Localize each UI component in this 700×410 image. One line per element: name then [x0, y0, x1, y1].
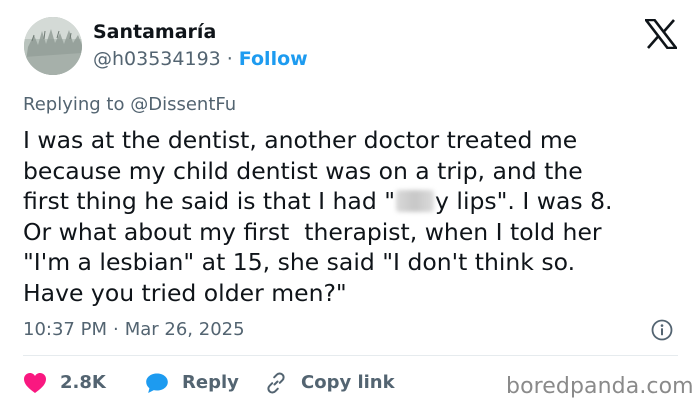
timestamp-separator: · — [112, 319, 119, 340]
like-count: 2.8K — [60, 372, 106, 393]
like-button[interactable]: 2.8K — [23, 368, 106, 398]
tweet-line: Or what about my first therapist, when I… — [23, 217, 602, 246]
avatar[interactable] — [24, 17, 82, 75]
tweet-line-part: first thing he said is that I had " — [23, 187, 396, 215]
author-name[interactable]: Santamaría — [93, 20, 216, 44]
tweet-date: Mar 26, 2025 — [124, 319, 245, 340]
reply-label: Reply — [182, 372, 239, 393]
tweet-card: Santamaría @h03534193 · Follow Replying to… — [0, 0, 700, 410]
x-logo-icon[interactable] — [645, 19, 677, 49]
tweet-line: "I'm a lesbian" at 15, she said "I don't… — [23, 248, 576, 276]
divider — [23, 355, 678, 356]
author-handle-row: @h03534193 · Follow — [93, 47, 308, 71]
speech-bubble-icon — [146, 373, 168, 393]
info-icon[interactable] — [651, 319, 673, 341]
reply-button[interactable]: Reply — [145, 368, 239, 398]
replying-to: Replying to @DissentFu — [23, 93, 236, 117]
tweet-line: I was at the dentist, another doctor tre… — [23, 126, 578, 154]
handle-separator: · — [226, 48, 233, 70]
replying-prefix: Replying to — [23, 94, 125, 115]
tweet-line: first thing he said is that I had " y lip… — [23, 186, 688, 217]
tweet-time: 10:37 PM — [23, 319, 107, 340]
tweet-line: Have you tried older men?" — [23, 278, 347, 307]
copy-link-button[interactable]: Copy link — [264, 368, 395, 398]
tweet-line: because my child dentist was on a trip, … — [23, 156, 583, 185]
heart-icon — [24, 373, 46, 393]
tweet-text: I was at the dentist, another doctor tre… — [23, 125, 688, 308]
replying-handle[interactable]: @DissentFu — [130, 94, 236, 115]
link-icon — [267, 372, 285, 394]
avatar-image — [24, 17, 82, 75]
watermark: boredpanda.com — [506, 374, 694, 399]
copy-link-label: Copy link — [301, 372, 395, 393]
follow-button[interactable]: Follow — [239, 48, 308, 70]
censored-word — [396, 190, 435, 212]
author-handle[interactable]: @h03534193 — [93, 48, 221, 70]
tweet-line-part: y lips". I was 8. — [435, 187, 613, 215]
timestamp[interactable]: 10:37 PM · Mar 26, 2025 — [23, 318, 245, 342]
